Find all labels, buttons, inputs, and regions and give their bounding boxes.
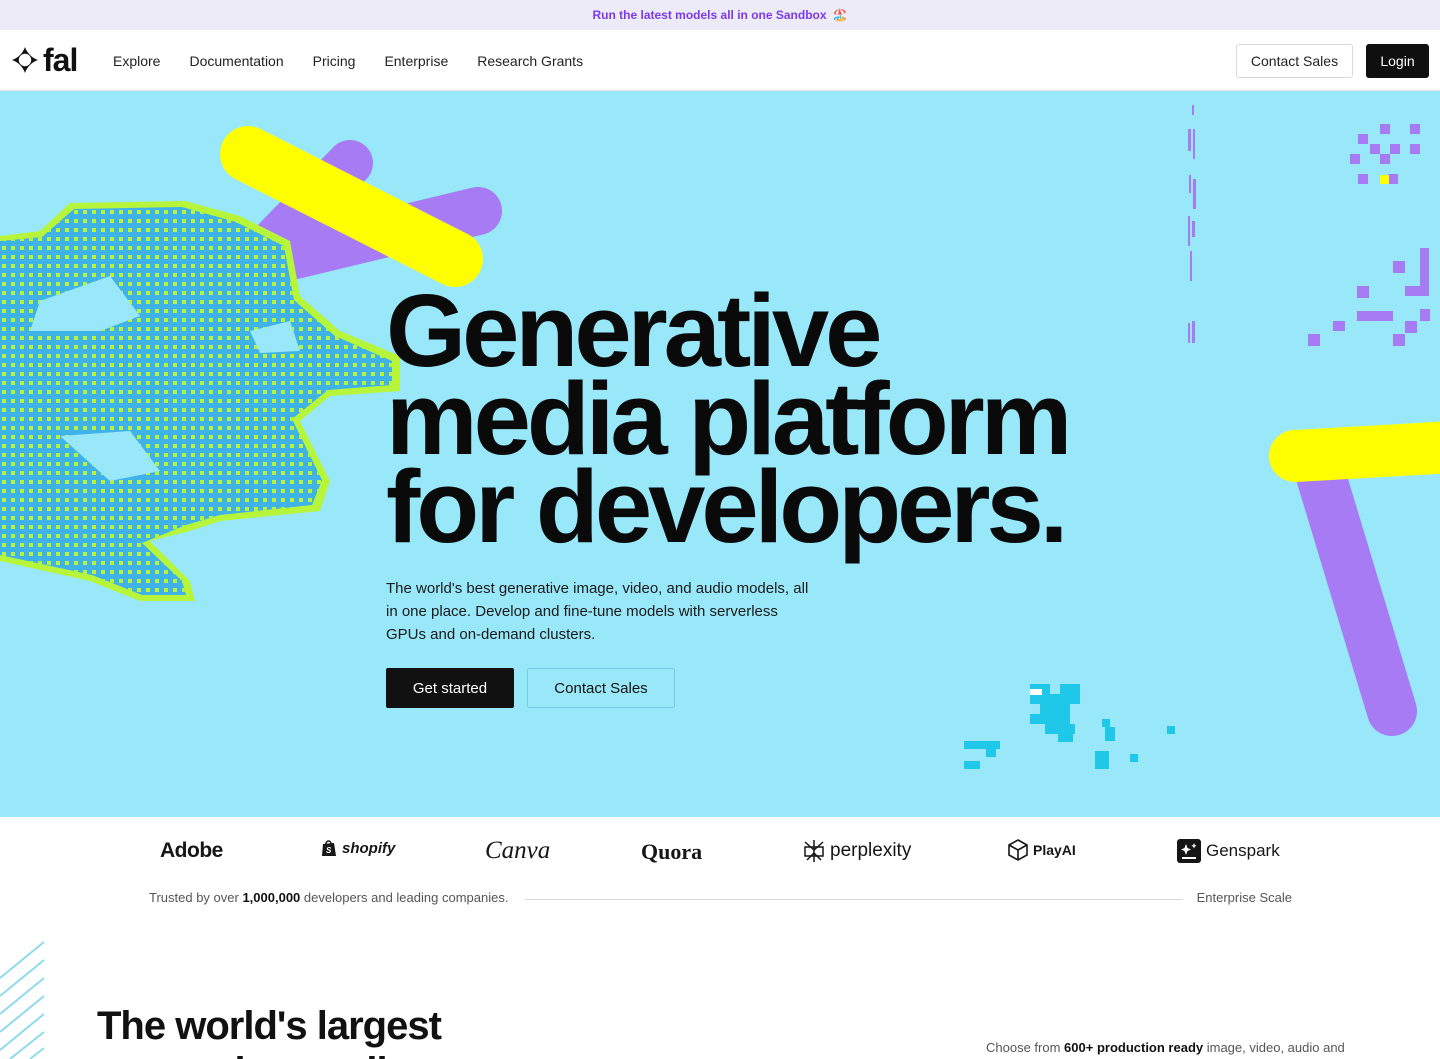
barcode-lines	[1188, 105, 1196, 343]
playai-cube-icon	[1008, 839, 1028, 861]
hero-title: Generative media platform for developers…	[386, 279, 1072, 564]
top-navigation: fal Explore Documentation Pricing Enterp…	[0, 30, 1440, 91]
genspark-icon	[1177, 839, 1201, 863]
section-title-line-2: generative media	[97, 1049, 441, 1059]
brand-name: perplexity	[830, 840, 912, 861]
desc-suffix: image, video, audio and	[1203, 1040, 1345, 1055]
perplexity-icon	[804, 840, 824, 862]
nav-link-pricing[interactable]: Pricing	[313, 53, 356, 69]
models-section: The world's largest generative media Cho…	[0, 930, 1440, 1059]
hero-section: Generative media platform for developers…	[0, 91, 1440, 817]
brand-name: shopify	[342, 839, 396, 857]
nav-link-research-grants[interactable]: Research Grants	[477, 53, 583, 69]
banner-text[interactable]: Run the latest models all in one Sandbox	[593, 8, 827, 22]
trust-text: Trusted by over 1,000,000 developers and…	[149, 890, 508, 905]
svg-text:S: S	[326, 846, 332, 855]
trust-count: 1,000,000	[242, 890, 301, 905]
contact-sales-button[interactable]: Contact Sales	[1236, 44, 1353, 78]
right-yellow-stroke	[1269, 421, 1440, 482]
login-button[interactable]: Login	[1366, 44, 1429, 78]
fal-logo-icon	[12, 47, 38, 73]
desc-prefix: Choose from	[986, 1040, 1065, 1055]
brand-logo-canva: Canva	[485, 837, 550, 865]
brand-logo-genspark: Genspark	[1177, 839, 1280, 863]
brand-name: Genspark	[1206, 841, 1280, 860]
brand-logo-perplexity: perplexity	[803, 839, 911, 863]
logo-wordmark: fal	[43, 42, 78, 78]
hero-subtitle: The world's best generative image, video…	[386, 580, 809, 643]
right-purple-stroke	[1293, 441, 1417, 736]
nav-link-documentation[interactable]: Documentation	[189, 53, 283, 69]
shopify-bag-icon: S	[322, 840, 336, 856]
diagonal-lines-decoration	[0, 941, 45, 1059]
brand-logo-playai: PlayAI	[1008, 839, 1076, 861]
brand-name: Adobe	[160, 839, 223, 862]
announcement-banner[interactable]: Run the latest models all in one Sandbox…	[0, 0, 1440, 30]
trust-row: Trusted by over 1,000,000 developers and…	[149, 890, 1292, 910]
cyan-pixel-cluster	[964, 684, 1175, 769]
enterprise-scale-label: Enterprise Scale	[1196, 890, 1292, 905]
brand-logo-adobe: Adobe	[160, 839, 223, 863]
section-title: The world's largest generative media	[97, 1003, 442, 1059]
brand-name: PlayAI	[1033, 842, 1076, 858]
brand-logo-quora: Quora	[641, 839, 702, 865]
brand-name: Canva	[485, 837, 551, 864]
hero-title-line-3: for developers.	[386, 449, 1068, 564]
section-description: Choose from 600+ production ready image,…	[986, 1040, 1345, 1055]
desc-bold: 600+ production ready	[1064, 1040, 1204, 1055]
beach-umbrella-icon: 🏖️	[832, 8, 848, 22]
get-started-button[interactable]: Get started	[386, 668, 514, 708]
purple-pixel-cluster	[1308, 124, 1430, 346]
hero-contact-sales-button[interactable]: Contact Sales	[527, 668, 675, 708]
brand-logo-shopify: S shopify	[321, 839, 395, 857]
brand-logo-strip: Adobe S shopify Canva Quora perplexity P…	[0, 817, 1440, 887]
section-title-line-1: The world's largest	[97, 1004, 442, 1048]
nav-link-enterprise[interactable]: Enterprise	[384, 53, 448, 69]
trust-prefix: Trusted by over	[149, 890, 243, 905]
nav-link-explore[interactable]: Explore	[113, 53, 160, 69]
trust-suffix: developers and leading companies.	[300, 890, 509, 905]
brand-name: Quora	[641, 839, 703, 864]
divider-line	[525, 899, 1183, 900]
nav-links: Explore Documentation Pricing Enterprise…	[113, 30, 583, 91]
fal-logo[interactable]: fal	[11, 42, 78, 78]
